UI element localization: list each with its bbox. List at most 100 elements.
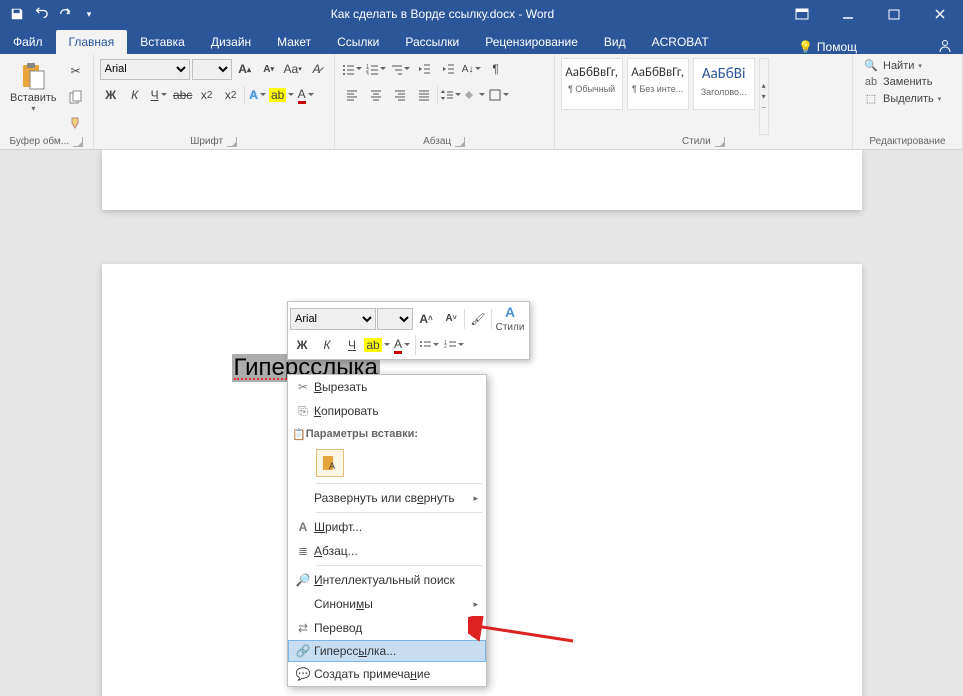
paste-button[interactable]: Вставить ▾ [6,58,61,115]
svg-text:3: 3 [366,72,369,75]
maximize-icon[interactable] [871,0,917,28]
tab-insert[interactable]: Вставка [127,30,198,54]
mini-bullets-icon[interactable] [417,333,441,357]
tab-home[interactable]: Главная [56,30,128,54]
increase-indent-icon[interactable] [437,58,459,80]
ctx-hyperlink[interactable]: 🔗Гиперссылка... [288,640,486,662]
font-name-select[interactable]: Arial [100,59,190,80]
tab-file[interactable]: Файл [0,30,56,54]
mini-italic-icon[interactable]: К [315,333,339,357]
shrink-font-icon[interactable]: A▾ [258,58,280,80]
underline-icon[interactable]: Ч [148,84,170,106]
superscript-icon[interactable]: x2 [220,84,242,106]
paste-icon: 📋 [292,428,306,441]
grow-font-icon[interactable]: A▴ [234,58,256,80]
minimize-icon[interactable] [825,0,871,28]
italic-icon[interactable]: К [124,84,146,106]
style-heading[interactable]: АаБбВіЗаголово... [693,58,755,110]
ctx-new-comment[interactable]: 💬Создать примечание [288,662,486,686]
styles-gallery-expand[interactable]: ▴▾⎯ [759,58,769,135]
tab-review[interactable]: Рецензирование [472,30,591,54]
ctx-paragraph[interactable]: ≣Абзац... [288,539,486,563]
bold-icon[interactable]: Ж [100,84,122,106]
format-painter-icon[interactable] [65,112,87,134]
redo-icon[interactable] [54,3,76,25]
align-left-icon[interactable] [341,84,363,106]
mini-font-size[interactable] [377,308,413,330]
undo-icon[interactable] [30,3,52,25]
justify-icon[interactable] [413,84,435,106]
qat-customize-icon[interactable]: ▾ [78,3,100,25]
shading-icon[interactable] [464,84,486,106]
style-no-spacing[interactable]: АаБбВвГг,¶ Без инте... [627,58,689,110]
mini-font-color-icon[interactable]: A [390,333,414,357]
dialog-launcher-icon[interactable] [715,137,725,147]
mini-shrink-font-icon[interactable]: A˅ [439,307,463,331]
dialog-launcher-icon[interactable] [455,137,465,147]
paste-keep-formatting-icon[interactable]: A [316,449,344,477]
save-icon[interactable] [6,3,28,25]
decrease-indent-icon[interactable] [413,58,435,80]
align-right-icon[interactable] [389,84,411,106]
dialog-launcher-icon[interactable] [73,137,83,147]
group-font: Arial A▴ A▾ Aa▾ A̷ Ж К Ч abc x2 x2 A ab … [94,54,335,149]
paragraph-icon: ≣ [292,544,314,558]
replace-button[interactable]: abЗаменить [859,75,936,89]
multilevel-list-icon[interactable] [389,58,411,80]
cut-icon[interactable]: ✂ [65,60,87,82]
font-color-icon[interactable]: A [295,84,317,106]
mini-highlight-icon[interactable]: ab [365,333,389,357]
mini-font-name[interactable]: Arial [290,308,376,330]
numbering-icon[interactable]: 123 [365,58,387,80]
style-normal[interactable]: АаБбВвГг,¶ Обычный [561,58,623,110]
text-effects-icon[interactable]: A [247,84,269,106]
page-previous[interactable] [102,150,862,210]
bullets-icon[interactable] [341,58,363,80]
ribbon-options-icon[interactable] [779,0,825,28]
hyperlink-icon: 🔗 [292,644,314,658]
share-button[interactable] [927,38,963,54]
mini-format-painter-icon[interactable]: 🖌 [466,307,490,331]
group-styles: АаБбВвГг,¶ Обычный АаБбВвГг,¶ Без инте..… [555,54,853,149]
find-button[interactable]: 🔍Найти ▾ [859,58,926,73]
subscript-icon[interactable]: x2 [196,84,218,106]
line-spacing-icon[interactable] [440,84,462,106]
ctx-paste-header: 📋Параметры вставки: [288,423,486,445]
show-marks-icon[interactable]: ¶ [485,58,507,80]
mini-grow-font-icon[interactable]: A˄ [414,307,438,331]
mini-bold-icon[interactable]: Ж [290,333,314,357]
select-button[interactable]: ⬚Выделить ▾ [859,91,945,106]
ctx-translate[interactable]: ⇄Перевод [288,616,486,640]
ctx-font[interactable]: AШрифт... [288,515,486,539]
tab-design[interactable]: Дизайн [198,30,264,54]
tab-mailings[interactable]: Рассылки [392,30,472,54]
ctx-cut[interactable]: ✂Вырезать [288,375,486,399]
borders-icon[interactable] [488,84,510,106]
tab-acrobat[interactable]: ACROBAT [639,30,722,54]
find-icon: 🔍 [863,59,879,72]
lookup-icon: 🔎 [292,573,314,587]
sort-icon[interactable]: A↓ [461,58,483,80]
align-center-icon[interactable] [365,84,387,106]
tab-references[interactable]: Ссылки [324,30,392,54]
tab-view[interactable]: Вид [591,30,639,54]
mini-styles-button[interactable]: AСтили [493,304,527,333]
ctx-paste-options: A [288,445,486,481]
ctx-smart-lookup[interactable]: 🔎Интеллектуальный поиск [288,568,486,592]
change-case-icon[interactable]: Aa▾ [282,58,304,80]
close-icon[interactable] [917,0,963,28]
dialog-launcher-icon[interactable] [227,137,237,147]
tab-layout[interactable]: Макет [264,30,324,54]
clear-formatting-icon[interactable]: A̷ [306,58,328,80]
copy-icon[interactable] [65,86,87,108]
mini-numbering-icon[interactable]: 12 [442,333,466,357]
mini-underline-icon[interactable]: Ч [340,333,364,357]
font-size-select[interactable] [192,59,232,80]
ctx-copy[interactable]: ⎘Копировать [288,399,486,423]
strikethrough-icon[interactable]: abc [172,84,194,106]
translate-icon: ⇄ [292,621,314,635]
highlight-icon[interactable]: ab [271,84,293,106]
tell-me[interactable]: 💡 Помощ [788,40,867,54]
ctx-expand-collapse[interactable]: Развернуть или свернуть▸ [288,486,486,510]
ctx-synonyms[interactable]: Синонимы▸ [288,592,486,616]
